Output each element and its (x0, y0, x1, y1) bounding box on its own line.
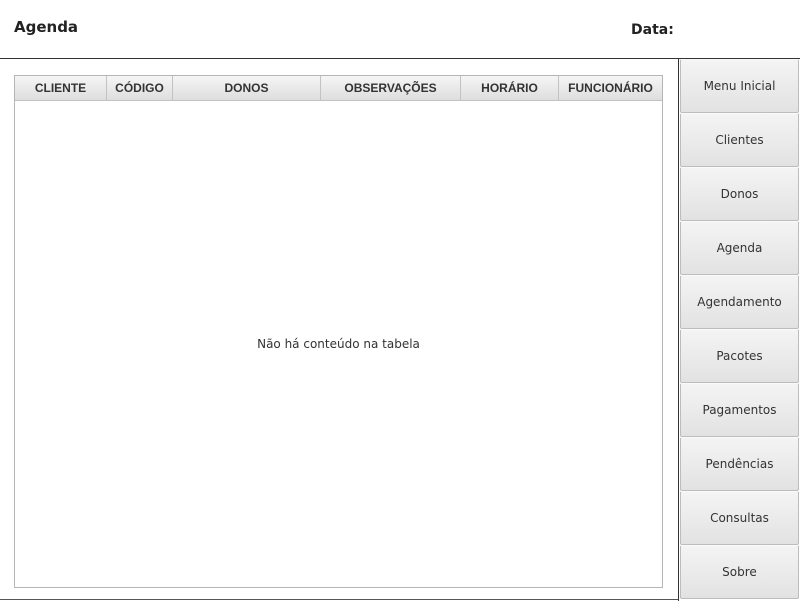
column-header-funcionario[interactable]: FUNCIONÁRIO (559, 76, 662, 100)
agendamento-button[interactable]: Agendamento (680, 275, 799, 329)
donos-button[interactable]: Donos (680, 167, 799, 221)
header: Agenda Data: (0, 0, 800, 59)
agenda-table[interactable]: CLIENTE CÓDIGO DONOS OBSERVAÇÕES HORÁRIO… (14, 75, 663, 588)
column-header-observacoes[interactable]: OBSERVAÇÕES (321, 76, 461, 100)
agenda-button[interactable]: Agenda (680, 221, 799, 275)
table-header: CLIENTE CÓDIGO DONOS OBSERVAÇÕES HORÁRIO… (15, 76, 662, 101)
pagamentos-button[interactable]: Pagamentos (680, 383, 799, 437)
date-label: Data: (631, 22, 674, 38)
table-empty-placeholder: Não há conteúdo na tabela (257, 337, 420, 351)
page-title: Agenda (14, 18, 79, 36)
pacotes-button[interactable]: Pacotes (680, 329, 799, 383)
pendencias-button[interactable]: Pendências (680, 437, 799, 491)
column-header-horario[interactable]: HORÁRIO (461, 76, 559, 100)
column-header-donos[interactable]: DONOS (173, 76, 321, 100)
sidebar-nav: Menu Inicial Clientes Donos Agenda Agend… (678, 59, 800, 601)
main-content: CLIENTE CÓDIGO DONOS OBSERVAÇÕES HORÁRIO… (0, 59, 678, 600)
column-header-codigo[interactable]: CÓDIGO (107, 76, 173, 100)
consultas-button[interactable]: Consultas (680, 491, 799, 545)
menu-inicial-button[interactable]: Menu Inicial (680, 59, 799, 113)
column-header-cliente[interactable]: CLIENTE (15, 76, 107, 100)
sobre-button[interactable]: Sobre (680, 545, 799, 599)
clientes-button[interactable]: Clientes (680, 113, 799, 167)
